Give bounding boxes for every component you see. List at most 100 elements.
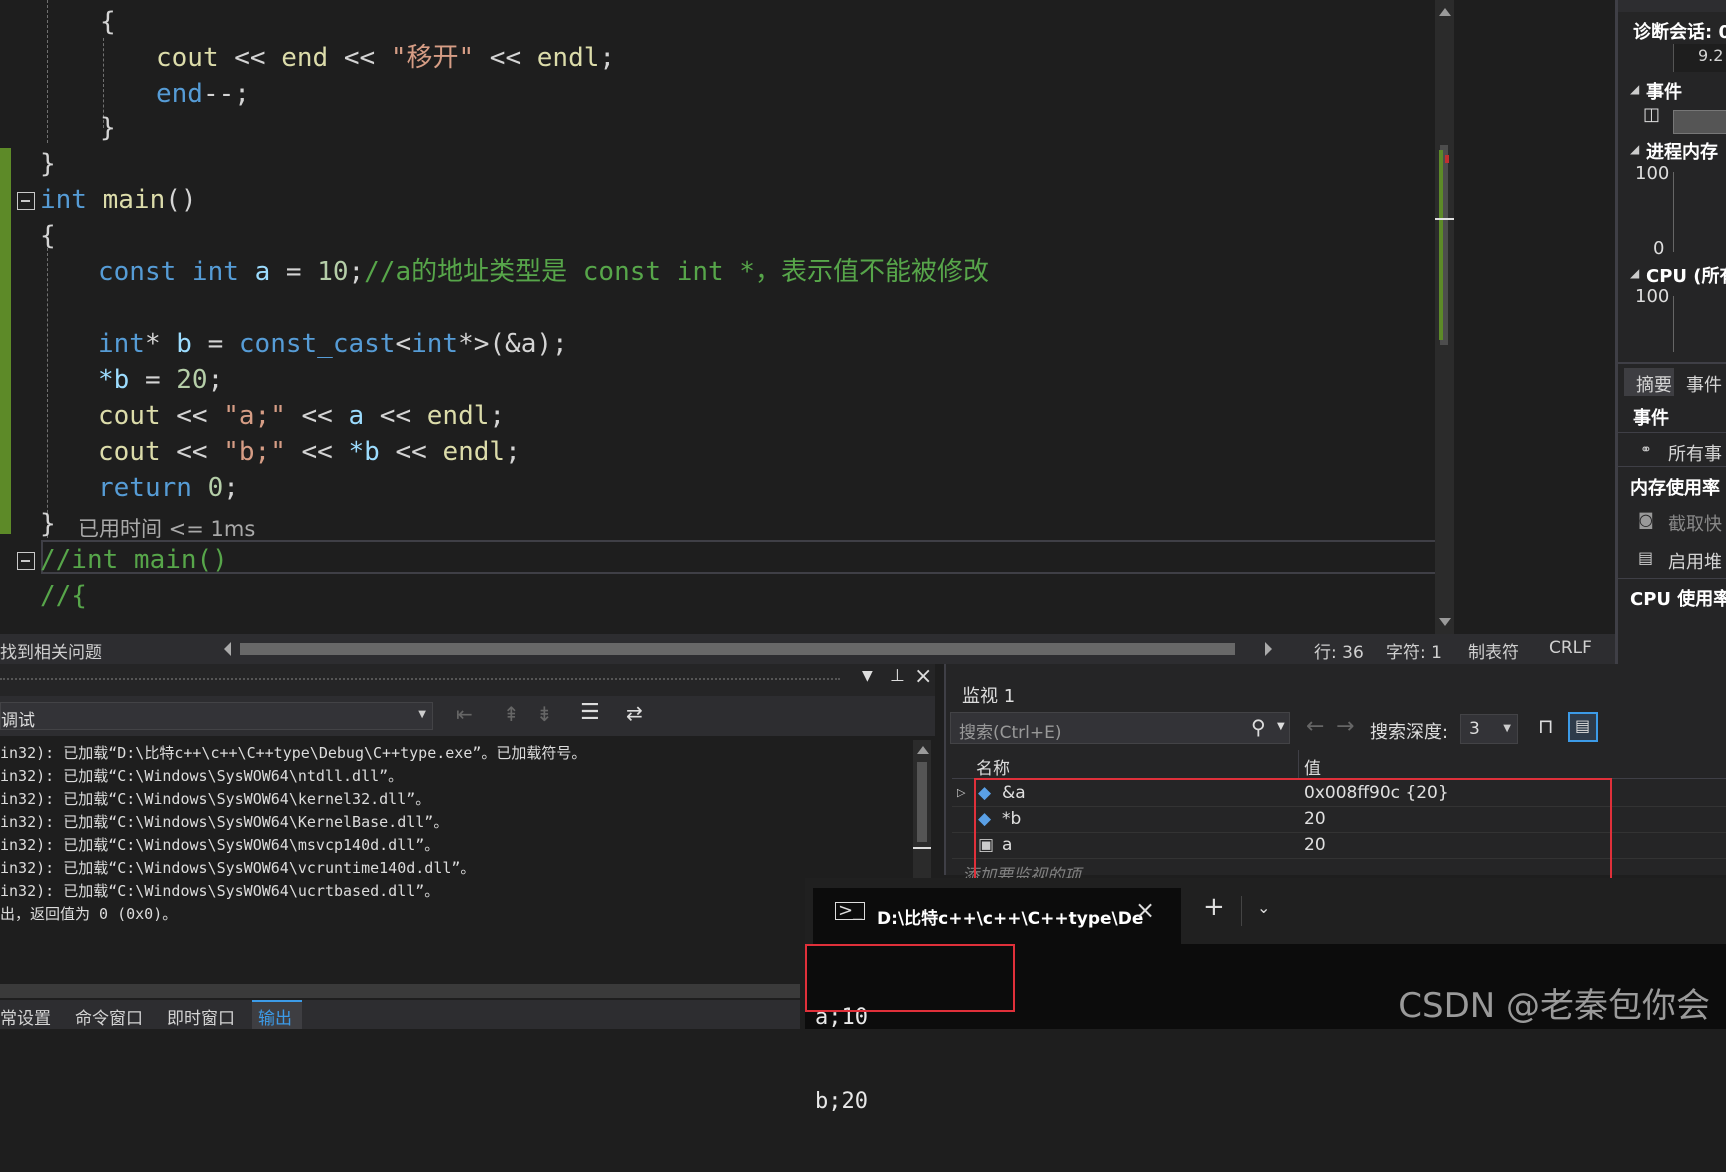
code-token: *b (98, 365, 130, 395)
output-horizontal-scrollbar[interactable] (0, 984, 800, 998)
char-number[interactable]: 字符: 1 (1386, 638, 1442, 663)
code-line[interactable]: } (40, 146, 56, 182)
scroll-right-icon[interactable] (1265, 642, 1272, 656)
code-token: * (144, 329, 177, 359)
tab-summary[interactable]: 摘要 (1624, 368, 1674, 396)
code-line[interactable]: { (40, 218, 56, 254)
scroll-up-icon[interactable] (1439, 8, 1451, 16)
col-value-header[interactable]: 值 (1304, 754, 1321, 779)
clear-all-icon[interactable]: ☰ (580, 700, 600, 725)
divider (1618, 466, 1726, 467)
code-line[interactable]: const int a = 10;//a的地址类型是 const int *，表… (98, 254, 989, 290)
search-icon[interactable]: ⚲ (1251, 715, 1266, 739)
tab-exception-settings[interactable]: 常设置 (0, 1004, 51, 1029)
indent-guide (47, 0, 48, 143)
tab-mode[interactable]: 制表符 (1468, 638, 1519, 663)
terminal-tab[interactable]: >_ D:\比特c++\c++\C++type\De × (813, 888, 1181, 944)
drag-handle[interactable] (0, 678, 840, 684)
close-icon[interactable]: × (914, 664, 932, 689)
scroll-up-icon[interactable] (917, 746, 929, 754)
code-line[interactable]: *b = 20; (98, 362, 223, 398)
divider (1618, 578, 1726, 579)
expand-icon[interactable]: ◢ (1630, 142, 1639, 156)
new-tab-icon[interactable]: + (1203, 892, 1225, 922)
tab-events[interactable]: 事件 (1686, 371, 1722, 397)
code-line[interactable]: end--; (156, 76, 250, 112)
chevron-down-icon[interactable]: ⌄ (1257, 898, 1270, 917)
indent-guide (47, 248, 48, 538)
output-toolbar: 调试 ▼ ⇤ ⇞ ⇟ ☰ ⇄ (0, 696, 935, 736)
code-line[interactable]: cout << "a;" << a << endl; (98, 398, 505, 434)
divider (1618, 362, 1726, 364)
filter-pin-icon[interactable]: ⊓ (1538, 714, 1554, 738)
output-line: in32): 已加载“C:\Windows\SysWOW64\msvcp140d… (0, 836, 440, 854)
horizontal-scrollbar-thumb[interactable] (240, 643, 1235, 655)
line-number[interactable]: 行: 36 (1314, 638, 1364, 663)
watermark: CSDN @老秦包你会 (1398, 986, 1710, 1026)
code-line[interactable]: } (100, 110, 116, 146)
camera-icon: ◙ (1638, 510, 1654, 529)
view-hex-toggle[interactable]: ▤ (1568, 712, 1598, 742)
scroll-down-icon[interactable] (1439, 618, 1451, 626)
code-token: "移开" (390, 43, 475, 73)
pin-icon[interactable]: ⊥ (890, 666, 905, 686)
find-previous-icon[interactable]: ⇤ (456, 702, 473, 726)
code-line[interactable]: //{ (40, 578, 87, 614)
back-arrow-icon[interactable]: ← (1306, 714, 1324, 739)
code-line[interactable]: int* b = const_cast<int*>(&a); (98, 326, 568, 362)
tab-immediate-window[interactable]: 即时窗口 (167, 1004, 235, 1029)
caret-marker (1435, 218, 1454, 220)
line-ending[interactable]: CRLF (1549, 638, 1592, 658)
code-line[interactable]: cout << "b;" << *b << endl; (98, 434, 521, 470)
issues-indicator[interactable]: 找到相关问题 (0, 638, 102, 663)
tab-command-window[interactable]: 命令窗口 (75, 1004, 143, 1029)
code-token: ; (223, 473, 239, 503)
output-line: in32): 已加载“C:\Windows\SysWOW64\KernelBas… (0, 813, 449, 831)
forward-arrow-icon[interactable]: → (1336, 714, 1354, 739)
events-track[interactable] (1673, 110, 1726, 134)
output-line: 出，返回值为 0 (0x0)。 (0, 905, 178, 923)
events-section-title: 事件 (1646, 82, 1682, 103)
watch-search-input[interactable]: 搜索(Ctrl+E) ⚲ ▼ (950, 712, 1290, 744)
enable-heap-button[interactable]: 启用堆 (1668, 548, 1722, 574)
output-header: ▼ ⊥ × (0, 664, 935, 696)
scroll-left-icon[interactable] (224, 642, 231, 656)
col-name-header[interactable]: 名称 (976, 754, 1010, 779)
code-line[interactable]: return 0; (98, 470, 239, 506)
code-token: ; (207, 365, 224, 395)
all-events-link[interactable]: 所有事 (1668, 440, 1722, 466)
code-line[interactable]: { (100, 4, 116, 40)
code-line[interactable]: //int main() (40, 542, 228, 578)
collapse-icon[interactable] (17, 192, 35, 210)
code-editor[interactable]: { cout << end << "移开" << endl; end--; } … (0, 0, 1435, 634)
go-previous-icon[interactable]: ⇞ (503, 702, 520, 726)
pause-icon[interactable]: ◫ (1643, 104, 1660, 125)
code-token: const_cast (238, 329, 396, 359)
code-token: = (191, 329, 239, 359)
editor-vertical-scrollbar[interactable] (1435, 0, 1454, 634)
code-line[interactable]: } (40, 506, 56, 542)
column-divider[interactable] (1298, 750, 1299, 778)
take-snapshot-button[interactable]: 截取快 (1668, 510, 1722, 536)
expand-arrow-icon[interactable]: ▷ (957, 786, 965, 799)
code-token: { (100, 7, 116, 37)
code-line[interactable]: cout << end << "移开" << endl; (156, 40, 615, 76)
word-wrap-icon[interactable]: ⇄ (626, 701, 643, 725)
scrollbar-thumb[interactable] (917, 762, 927, 842)
tab-output[interactable]: 输出 (252, 1000, 302, 1029)
collapse-icon[interactable] (17, 552, 35, 570)
close-icon[interactable]: × (1135, 896, 1155, 924)
expand-icon[interactable]: ◢ (1630, 266, 1639, 280)
expand-icon[interactable]: ◢ (1630, 82, 1639, 96)
code-token: < (395, 329, 412, 359)
dropdown-icon[interactable]: ▼ (862, 668, 873, 684)
search-depth-select[interactable]: 3 ▼ (1460, 714, 1518, 744)
memory-max-label: 100 (1635, 163, 1670, 184)
code-line[interactable]: int main() (40, 182, 197, 218)
output-text[interactable]: in32): 已加载“D:\比特c++\c++\C++type\Debug\C+… (0, 736, 910, 956)
output-source-select[interactable]: 调试 ▼ (0, 702, 433, 731)
watch-title: 监视 1 (962, 686, 1016, 707)
go-next-icon[interactable]: ⇟ (536, 702, 553, 726)
code-token: } (40, 509, 56, 539)
chevron-down-icon[interactable]: ▼ (1277, 721, 1285, 732)
